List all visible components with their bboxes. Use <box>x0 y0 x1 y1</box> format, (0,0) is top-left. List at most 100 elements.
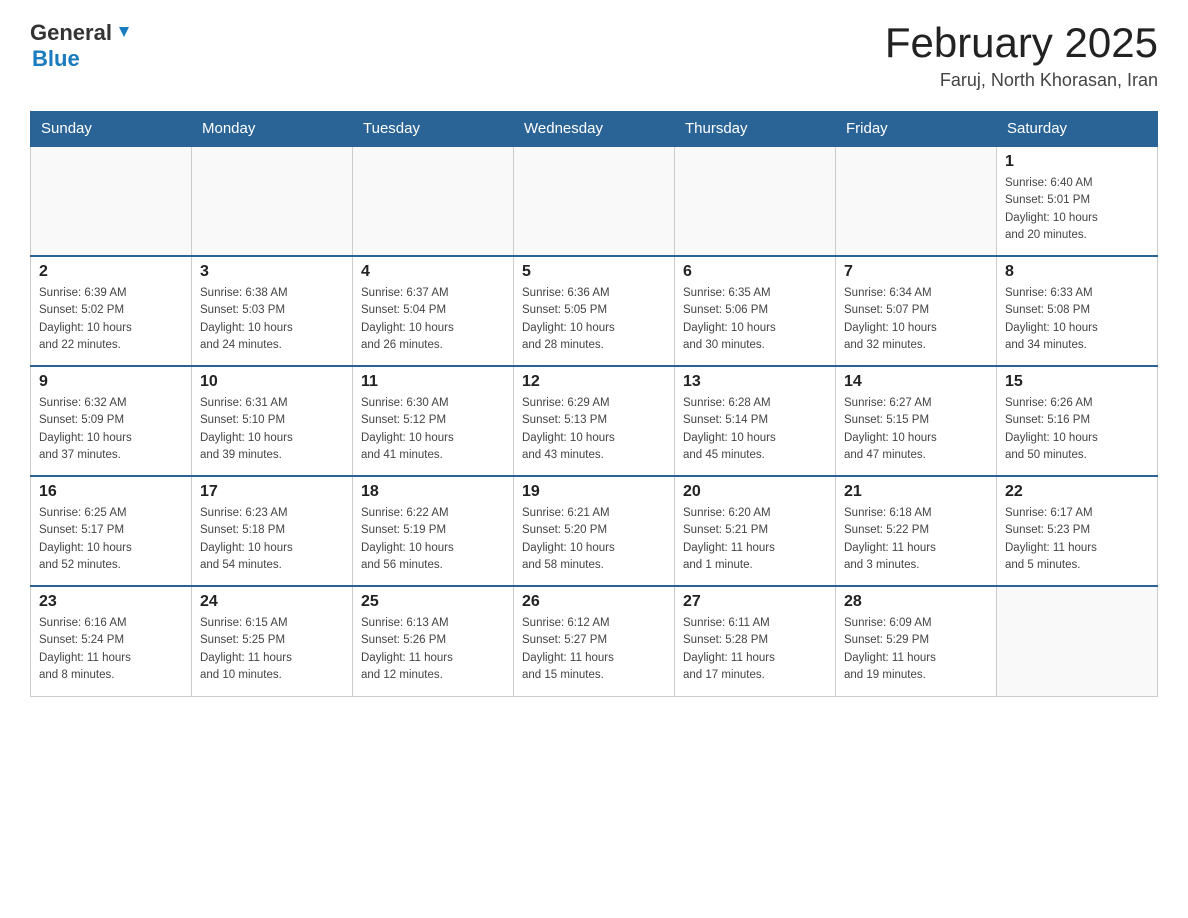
calendar-cell <box>836 146 997 256</box>
day-info: Sunrise: 6:36 AM Sunset: 5:05 PM Dayligh… <box>522 285 666 354</box>
day-info: Sunrise: 6:16 AM Sunset: 5:24 PM Dayligh… <box>39 615 183 684</box>
logo-blue-text: Blue <box>32 46 80 72</box>
day-number: 20 <box>683 483 827 501</box>
day-number: 26 <box>522 593 666 611</box>
location-title: Faruj, North Khorasan, Iran <box>885 70 1158 91</box>
day-number: 17 <box>200 483 344 501</box>
calendar-table: SundayMondayTuesdayWednesdayThursdayFrid… <box>30 111 1158 697</box>
day-number: 14 <box>844 373 988 391</box>
page-header: General Blue February 2025 Faruj, North … <box>30 20 1158 91</box>
weekday-header-wednesday: Wednesday <box>514 112 675 147</box>
day-info: Sunrise: 6:09 AM Sunset: 5:29 PM Dayligh… <box>844 615 988 684</box>
logo-general-text: General <box>30 20 112 46</box>
calendar-cell: 6 Sunrise: 6:35 AM Sunset: 5:06 PM Daylig… <box>675 256 836 366</box>
calendar-cell: 10 Sunrise: 6:31 AM Sunset: 5:10 PM Dayli… <box>192 366 353 476</box>
calendar-cell: 7Sunrise: 6:34 AM Sunset: 5:07 PM Daylig… <box>836 256 997 366</box>
day-number: 16 <box>39 483 183 501</box>
day-number: 27 <box>683 593 827 611</box>
day-number: 25 <box>361 593 505 611</box>
day-info: Sunrise: 6:40 AM Sunset: 5:01 PM Dayligh… <box>1005 175 1149 244</box>
day-info: Sunrise: 6:31 AM Sunset: 5:10 PM Dayligh… <box>200 395 344 464</box>
calendar-cell: 4 Sunrise: 6:37 AM Sunset: 5:04 PM Daylig… <box>353 256 514 366</box>
day-number: 5 <box>522 263 666 281</box>
month-title: February 2025 <box>885 20 1158 66</box>
day-number: 1 <box>1005 153 1149 171</box>
day-info: Sunrise: 6:20 AM Sunset: 5:21 PM Dayligh… <box>683 505 827 574</box>
calendar-cell: 20 Sunrise: 6:20 AM Sunset: 5:21 PM Dayli… <box>675 476 836 586</box>
calendar-cell: 17Sunrise: 6:23 AM Sunset: 5:18 PM Dayli… <box>192 476 353 586</box>
day-number: 11 <box>361 373 505 391</box>
week-row-4: 16 Sunrise: 6:25 AM Sunset: 5:17 PM Dayli… <box>31 476 1158 586</box>
calendar-cell: 22Sunrise: 6:17 AM Sunset: 5:23 PM Dayli… <box>997 476 1158 586</box>
calendar-cell: 5 Sunrise: 6:36 AM Sunset: 5:05 PM Daylig… <box>514 256 675 366</box>
title-block: February 2025 Faruj, North Khorasan, Ira… <box>885 20 1158 91</box>
day-number: 4 <box>361 263 505 281</box>
weekday-header-friday: Friday <box>836 112 997 147</box>
day-info: Sunrise: 6:39 AM Sunset: 5:02 PM Dayligh… <box>39 285 183 354</box>
day-info: Sunrise: 6:11 AM Sunset: 5:28 PM Dayligh… <box>683 615 827 684</box>
week-row-3: 9 Sunrise: 6:32 AM Sunset: 5:09 PM Daylig… <box>31 366 1158 476</box>
calendar-cell: 9 Sunrise: 6:32 AM Sunset: 5:09 PM Daylig… <box>31 366 192 476</box>
day-info: Sunrise: 6:18 AM Sunset: 5:22 PM Dayligh… <box>844 505 988 574</box>
calendar-cell: 19 Sunrise: 6:21 AM Sunset: 5:20 PM Dayli… <box>514 476 675 586</box>
day-info: Sunrise: 6:13 AM Sunset: 5:26 PM Dayligh… <box>361 615 505 684</box>
calendar-cell: 26 Sunrise: 6:12 AM Sunset: 5:27 PM Dayli… <box>514 586 675 696</box>
calendar-cell: 15 Sunrise: 6:26 AM Sunset: 5:16 PM Dayli… <box>997 366 1158 476</box>
day-number: 3 <box>200 263 344 281</box>
calendar-cell <box>675 146 836 256</box>
calendar-cell <box>192 146 353 256</box>
weekday-header-tuesday: Tuesday <box>353 112 514 147</box>
day-number: 13 <box>683 373 827 391</box>
day-info: Sunrise: 6:30 AM Sunset: 5:12 PM Dayligh… <box>361 395 505 464</box>
calendar-cell: 14 Sunrise: 6:27 AM Sunset: 5:15 PM Dayli… <box>836 366 997 476</box>
calendar-cell: 1 Sunrise: 6:40 AM Sunset: 5:01 PM Daylig… <box>997 146 1158 256</box>
day-number: 12 <box>522 373 666 391</box>
day-info: Sunrise: 6:29 AM Sunset: 5:13 PM Dayligh… <box>522 395 666 464</box>
day-info: Sunrise: 6:28 AM Sunset: 5:14 PM Dayligh… <box>683 395 827 464</box>
day-number: 18 <box>361 483 505 501</box>
calendar-cell: 24 Sunrise: 6:15 AM Sunset: 5:25 PM Dayli… <box>192 586 353 696</box>
day-info: Sunrise: 6:25 AM Sunset: 5:17 PM Dayligh… <box>39 505 183 574</box>
day-number: 28 <box>844 593 988 611</box>
calendar-cell: 25 Sunrise: 6:13 AM Sunset: 5:26 PM Dayli… <box>353 586 514 696</box>
weekday-header-sunday: Sunday <box>31 112 192 147</box>
calendar-cell: 3 Sunrise: 6:38 AM Sunset: 5:03 PM Daylig… <box>192 256 353 366</box>
day-info: Sunrise: 6:12 AM Sunset: 5:27 PM Dayligh… <box>522 615 666 684</box>
day-info: Sunrise: 6:27 AM Sunset: 5:15 PM Dayligh… <box>844 395 988 464</box>
calendar-cell: 2 Sunrise: 6:39 AM Sunset: 5:02 PM Daylig… <box>31 256 192 366</box>
day-info: Sunrise: 6:38 AM Sunset: 5:03 PM Dayligh… <box>200 285 344 354</box>
day-number: 9 <box>39 373 183 391</box>
week-row-1: 1 Sunrise: 6:40 AM Sunset: 5:01 PM Daylig… <box>31 146 1158 256</box>
day-info: Sunrise: 6:35 AM Sunset: 5:06 PM Dayligh… <box>683 285 827 354</box>
day-number: 8 <box>1005 263 1149 281</box>
day-info: Sunrise: 6:33 AM Sunset: 5:08 PM Dayligh… <box>1005 285 1149 354</box>
day-number: 24 <box>200 593 344 611</box>
calendar-cell: 18Sunrise: 6:22 AM Sunset: 5:19 PM Dayli… <box>353 476 514 586</box>
calendar-cell: 27 Sunrise: 6:11 AM Sunset: 5:28 PM Dayli… <box>675 586 836 696</box>
week-row-2: 2 Sunrise: 6:39 AM Sunset: 5:02 PM Daylig… <box>31 256 1158 366</box>
week-row-5: 23Sunrise: 6:16 AM Sunset: 5:24 PM Dayli… <box>31 586 1158 696</box>
day-number: 15 <box>1005 373 1149 391</box>
calendar-cell <box>997 586 1158 696</box>
calendar-cell: 12 Sunrise: 6:29 AM Sunset: 5:13 PM Dayli… <box>514 366 675 476</box>
day-number: 2 <box>39 263 183 281</box>
day-number: 19 <box>522 483 666 501</box>
day-info: Sunrise: 6:37 AM Sunset: 5:04 PM Dayligh… <box>361 285 505 354</box>
day-number: 6 <box>683 263 827 281</box>
calendar-cell: 16 Sunrise: 6:25 AM Sunset: 5:17 PM Dayli… <box>31 476 192 586</box>
day-info: Sunrise: 6:32 AM Sunset: 5:09 PM Dayligh… <box>39 395 183 464</box>
day-number: 21 <box>844 483 988 501</box>
calendar-cell: 8 Sunrise: 6:33 AM Sunset: 5:08 PM Daylig… <box>997 256 1158 366</box>
weekday-header-saturday: Saturday <box>997 112 1158 147</box>
calendar-cell <box>353 146 514 256</box>
calendar-cell <box>31 146 192 256</box>
day-info: Sunrise: 6:34 AM Sunset: 5:07 PM Dayligh… <box>844 285 988 354</box>
day-info: Sunrise: 6:15 AM Sunset: 5:25 PM Dayligh… <box>200 615 344 684</box>
weekday-header-thursday: Thursday <box>675 112 836 147</box>
calendar-cell: 13 Sunrise: 6:28 AM Sunset: 5:14 PM Dayli… <box>675 366 836 476</box>
day-info: Sunrise: 6:21 AM Sunset: 5:20 PM Dayligh… <box>522 505 666 574</box>
day-number: 10 <box>200 373 344 391</box>
day-info: Sunrise: 6:26 AM Sunset: 5:16 PM Dayligh… <box>1005 395 1149 464</box>
calendar-cell: 21 Sunrise: 6:18 AM Sunset: 5:22 PM Dayli… <box>836 476 997 586</box>
calendar-cell <box>514 146 675 256</box>
